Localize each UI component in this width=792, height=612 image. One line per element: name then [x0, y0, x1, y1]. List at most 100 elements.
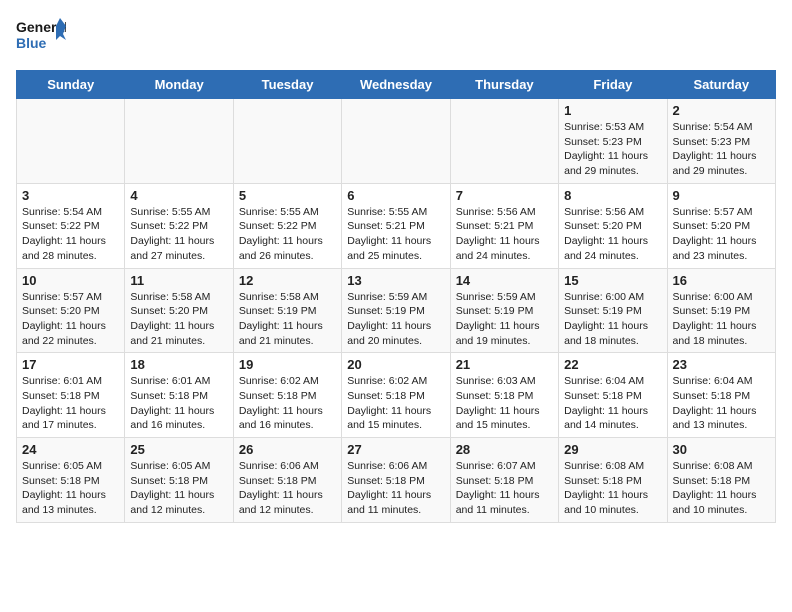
calendar-day-cell: 26 Sunrise: 6:06 AM Sunset: 5:18 PM Dayli…	[233, 438, 341, 523]
calendar-day-cell: 18 Sunrise: 6:01 AM Sunset: 5:18 PM Dayli…	[125, 353, 233, 438]
day-info: Sunrise: 6:08 AM Sunset: 5:18 PM Dayligh…	[564, 459, 661, 518]
calendar-day-cell: 21 Sunrise: 6:03 AM Sunset: 5:18 PM Dayli…	[450, 353, 558, 438]
calendar-day-cell	[17, 99, 125, 184]
day-info: Sunrise: 6:07 AM Sunset: 5:18 PM Dayligh…	[456, 459, 553, 518]
day-info: Sunrise: 5:59 AM Sunset: 5:19 PM Dayligh…	[456, 290, 553, 349]
logo: General Blue	[16, 16, 66, 58]
weekday-header-row: SundayMondayTuesdayWednesdayThursdayFrid…	[17, 71, 776, 99]
calendar-day-cell: 30 Sunrise: 6:08 AM Sunset: 5:18 PM Dayli…	[667, 438, 775, 523]
day-number: 12	[239, 273, 336, 288]
day-info: Sunrise: 5:57 AM Sunset: 5:20 PM Dayligh…	[22, 290, 119, 349]
day-info: Sunrise: 6:05 AM Sunset: 5:18 PM Dayligh…	[130, 459, 227, 518]
calendar-day-cell: 3 Sunrise: 5:54 AM Sunset: 5:22 PM Daylig…	[17, 183, 125, 268]
calendar-day-cell: 16 Sunrise: 6:00 AM Sunset: 5:19 PM Dayli…	[667, 268, 775, 353]
day-info: Sunrise: 5:55 AM Sunset: 5:21 PM Dayligh…	[347, 205, 444, 264]
calendar-day-cell: 12 Sunrise: 5:58 AM Sunset: 5:19 PM Dayli…	[233, 268, 341, 353]
calendar-table: SundayMondayTuesdayWednesdayThursdayFrid…	[16, 70, 776, 523]
day-number: 30	[673, 442, 770, 457]
day-info: Sunrise: 5:54 AM Sunset: 5:22 PM Dayligh…	[22, 205, 119, 264]
day-number: 5	[239, 188, 336, 203]
weekday-header: Friday	[559, 71, 667, 99]
day-number: 16	[673, 273, 770, 288]
day-info: Sunrise: 5:58 AM Sunset: 5:20 PM Dayligh…	[130, 290, 227, 349]
calendar-day-cell	[450, 99, 558, 184]
calendar-day-cell: 19 Sunrise: 6:02 AM Sunset: 5:18 PM Dayli…	[233, 353, 341, 438]
day-number: 8	[564, 188, 661, 203]
weekday-header: Thursday	[450, 71, 558, 99]
day-info: Sunrise: 6:08 AM Sunset: 5:18 PM Dayligh…	[673, 459, 770, 518]
calendar-day-cell: 9 Sunrise: 5:57 AM Sunset: 5:20 PM Daylig…	[667, 183, 775, 268]
day-number: 29	[564, 442, 661, 457]
calendar-week-row: 17Sunrise: 6:01 AM Sunset: 5:18 PM Dayli…	[17, 353, 776, 438]
day-number: 26	[239, 442, 336, 457]
day-info: Sunrise: 5:56 AM Sunset: 5:21 PM Dayligh…	[456, 205, 553, 264]
calendar-day-cell: 28 Sunrise: 6:07 AM Sunset: 5:18 PM Dayli…	[450, 438, 558, 523]
calendar-day-cell: 1 Sunrise: 5:53 AM Sunset: 5:23 PM Daylig…	[559, 99, 667, 184]
day-info: Sunrise: 6:00 AM Sunset: 5:19 PM Dayligh…	[564, 290, 661, 349]
calendar-week-row: 10 Sunrise: 5:57 AM Sunset: 5:20 PM Dayli…	[17, 268, 776, 353]
calendar-day-cell: 22Sunrise: 6:04 AM Sunset: 5:18 PM Dayli…	[559, 353, 667, 438]
calendar-day-cell: 25 Sunrise: 6:05 AM Sunset: 5:18 PM Dayli…	[125, 438, 233, 523]
calendar-day-cell: 14 Sunrise: 5:59 AM Sunset: 5:19 PM Dayli…	[450, 268, 558, 353]
calendar-day-cell: 23 Sunrise: 6:04 AM Sunset: 5:18 PM Dayli…	[667, 353, 775, 438]
day-number: 4	[130, 188, 227, 203]
calendar-day-cell	[342, 99, 450, 184]
day-info: Sunrise: 5:56 AM Sunset: 5:20 PM Dayligh…	[564, 205, 661, 264]
calendar-day-cell: 5 Sunrise: 5:55 AM Sunset: 5:22 PM Daylig…	[233, 183, 341, 268]
day-number: 25	[130, 442, 227, 457]
day-number: 10	[22, 273, 119, 288]
day-number: 28	[456, 442, 553, 457]
day-info: Sunrise: 6:06 AM Sunset: 5:18 PM Dayligh…	[239, 459, 336, 518]
day-number: 18	[130, 357, 227, 372]
day-number: 6	[347, 188, 444, 203]
day-number: 11	[130, 273, 227, 288]
day-info: Sunrise: 6:02 AM Sunset: 5:18 PM Dayligh…	[239, 374, 336, 433]
calendar-day-cell	[125, 99, 233, 184]
calendar-day-cell: 29 Sunrise: 6:08 AM Sunset: 5:18 PM Dayli…	[559, 438, 667, 523]
day-number: 2	[673, 103, 770, 118]
day-info: Sunrise: 6:00 AM Sunset: 5:19 PM Dayligh…	[673, 290, 770, 349]
calendar-day-cell: 8 Sunrise: 5:56 AM Sunset: 5:20 PM Daylig…	[559, 183, 667, 268]
day-number: 22	[564, 357, 661, 372]
weekday-header: Tuesday	[233, 71, 341, 99]
day-number: 7	[456, 188, 553, 203]
calendar-day-cell: 15 Sunrise: 6:00 AM Sunset: 5:19 PM Dayli…	[559, 268, 667, 353]
calendar-day-cell: 2 Sunrise: 5:54 AM Sunset: 5:23 PM Daylig…	[667, 99, 775, 184]
day-info: Sunrise: 5:55 AM Sunset: 5:22 PM Dayligh…	[130, 205, 227, 264]
day-info: Sunrise: 6:01 AM Sunset: 5:18 PM Dayligh…	[130, 374, 227, 433]
day-info: Sunrise: 5:53 AM Sunset: 5:23 PM Dayligh…	[564, 120, 661, 179]
calendar-day-cell: 4 Sunrise: 5:55 AM Sunset: 5:22 PM Daylig…	[125, 183, 233, 268]
weekday-header: Wednesday	[342, 71, 450, 99]
day-info: Sunrise: 6:03 AM Sunset: 5:18 PM Dayligh…	[456, 374, 553, 433]
day-number: 1	[564, 103, 661, 118]
page-header: General Blue	[16, 16, 776, 58]
day-number: 14	[456, 273, 553, 288]
svg-text:Blue: Blue	[16, 35, 47, 51]
day-info: Sunrise: 5:58 AM Sunset: 5:19 PM Dayligh…	[239, 290, 336, 349]
calendar-day-cell: 6 Sunrise: 5:55 AM Sunset: 5:21 PM Daylig…	[342, 183, 450, 268]
day-number: 21	[456, 357, 553, 372]
calendar-day-cell: 24Sunrise: 6:05 AM Sunset: 5:18 PM Dayli…	[17, 438, 125, 523]
calendar-day-cell: 27Sunrise: 6:06 AM Sunset: 5:18 PM Dayli…	[342, 438, 450, 523]
day-number: 9	[673, 188, 770, 203]
day-number: 23	[673, 357, 770, 372]
calendar-day-cell	[233, 99, 341, 184]
day-info: Sunrise: 6:06 AM Sunset: 5:18 PM Dayligh…	[347, 459, 444, 518]
day-info: Sunrise: 6:02 AM Sunset: 5:18 PM Dayligh…	[347, 374, 444, 433]
day-number: 15	[564, 273, 661, 288]
calendar-day-cell: 13Sunrise: 5:59 AM Sunset: 5:19 PM Dayli…	[342, 268, 450, 353]
day-number: 13	[347, 273, 444, 288]
logo-svg: General Blue	[16, 16, 66, 58]
weekday-header: Sunday	[17, 71, 125, 99]
day-number: 3	[22, 188, 119, 203]
day-info: Sunrise: 5:55 AM Sunset: 5:22 PM Dayligh…	[239, 205, 336, 264]
calendar-week-row: 3 Sunrise: 5:54 AM Sunset: 5:22 PM Daylig…	[17, 183, 776, 268]
day-info: Sunrise: 5:57 AM Sunset: 5:20 PM Dayligh…	[673, 205, 770, 264]
calendar-day-cell: 10 Sunrise: 5:57 AM Sunset: 5:20 PM Dayli…	[17, 268, 125, 353]
day-info: Sunrise: 5:54 AM Sunset: 5:23 PM Dayligh…	[673, 120, 770, 179]
day-info: Sunrise: 6:01 AM Sunset: 5:18 PM Dayligh…	[22, 374, 119, 433]
calendar-day-cell: 7 Sunrise: 5:56 AM Sunset: 5:21 PM Daylig…	[450, 183, 558, 268]
weekday-header: Monday	[125, 71, 233, 99]
day-info: Sunrise: 6:04 AM Sunset: 5:18 PM Dayligh…	[673, 374, 770, 433]
day-number: 19	[239, 357, 336, 372]
